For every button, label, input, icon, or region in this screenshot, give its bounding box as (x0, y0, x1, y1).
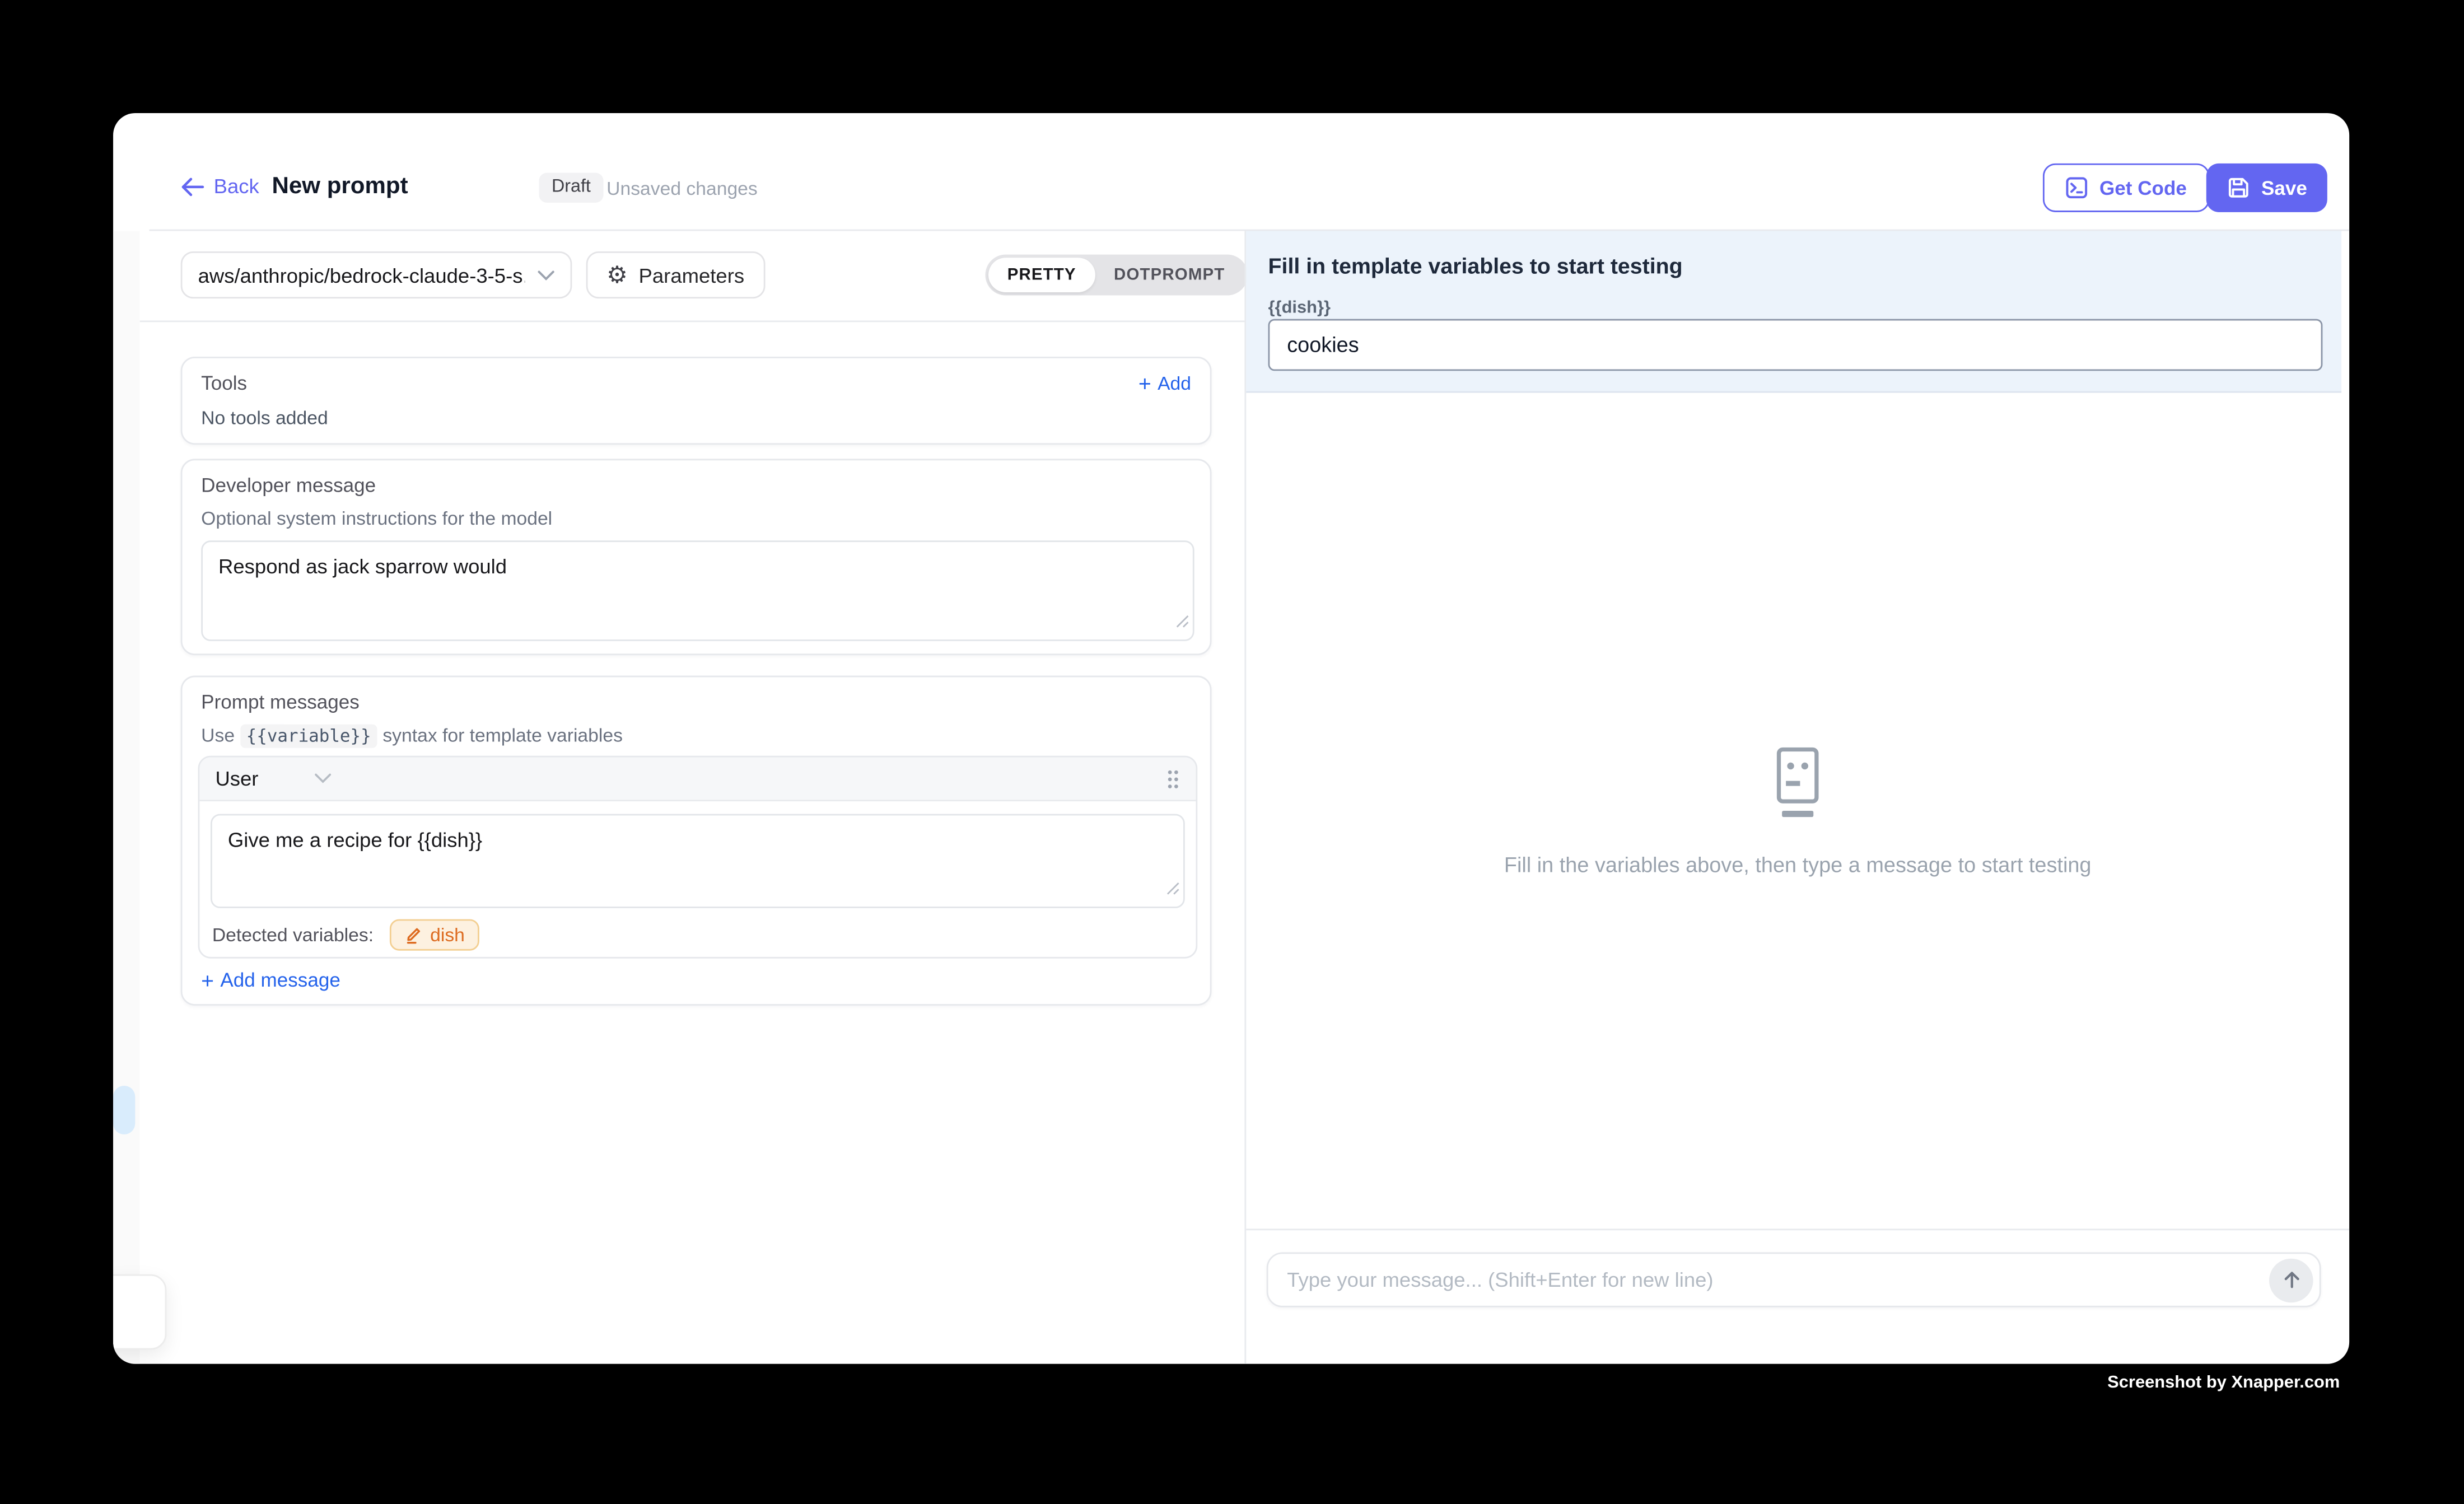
message-block: User Give me a recipe for {{dish}} (198, 756, 1198, 959)
developer-message-subtitle: Optional system instructions for the mod… (201, 507, 1191, 529)
clipped-popover (113, 1274, 166, 1350)
subtitle-suffix: syntax for template variables (382, 725, 623, 746)
terminal-icon (2065, 176, 2088, 199)
send-button[interactable] (2269, 1258, 2313, 1302)
model-selector[interactable]: aws/anthropic/bedrock-claude-3-5-s... (181, 251, 572, 298)
chevron-down-icon (315, 773, 332, 784)
arrow-left-icon (181, 177, 204, 196)
add-tool-label: Add (1158, 372, 1191, 394)
model-selector-value: aws/anthropic/bedrock-claude-3-5-s... (198, 263, 525, 287)
get-code-button[interactable]: Get Code (2043, 164, 2209, 212)
developer-message-textarea[interactable]: Respond as jack sparrow would (201, 540, 1194, 641)
tools-empty-text: No tools added (201, 407, 1191, 429)
back-label: Back (214, 174, 259, 198)
plus-icon: + (201, 969, 214, 991)
chat-empty-state: Fill in the variables above, then type a… (1246, 393, 2349, 1229)
page-title: New prompt (272, 173, 408, 200)
chat-message-bar (1267, 1252, 2321, 1307)
add-message-button[interactable]: + Add message (201, 969, 340, 991)
chevron-down-icon (538, 269, 555, 281)
add-message-label: Add message (220, 969, 340, 991)
chat-input-divider (1246, 1229, 2349, 1230)
template-variables-panel: Fill in template variables to start test… (1246, 231, 2341, 393)
gear-icon: ⚙ (606, 263, 628, 287)
test-panel-title: Fill in template variables to start test… (1268, 253, 1683, 278)
empty-state-text: Fill in the variables above, then type a… (1504, 852, 2092, 876)
parameters-label: Parameters (639, 263, 745, 287)
clipped-sidebar-strip (113, 231, 140, 1363)
plus-icon: + (1138, 372, 1151, 394)
prompt-messages-title: Prompt messages (201, 692, 1191, 713)
robot-face-icon (1766, 746, 1829, 821)
unsaved-changes-note: Unsaved changes (606, 178, 758, 199)
arrow-up-icon (2281, 1269, 2301, 1290)
variable-badge-label: dish (430, 924, 465, 946)
back-button[interactable]: Back (181, 174, 259, 198)
role-value: User (215, 767, 258, 790)
view-mode-toggle: PRETTY DOTPROMPT (985, 255, 1247, 296)
variable-badge-dish[interactable]: dish (389, 919, 479, 951)
add-tool-button[interactable]: + Add (1138, 372, 1191, 394)
parameters-button[interactable]: ⚙ Parameters (586, 251, 765, 298)
save-button[interactable]: Save (2206, 164, 2328, 212)
save-label: Save (2261, 177, 2307, 199)
floppy-icon (2227, 176, 2250, 199)
subtitle-prefix: Use (201, 725, 235, 746)
variable-name-label: {{dish}} (1268, 298, 1331, 317)
detected-variables-label: Detected variables: (212, 924, 374, 946)
tools-card: Tools + Add No tools added (181, 357, 1212, 445)
xnapper-watermark: Screenshot by Xnapper.com (2107, 1374, 2340, 1393)
toolbar-divider (140, 320, 1245, 322)
developer-message-title: Developer message (201, 474, 1191, 496)
chat-message-input[interactable] (1268, 1268, 2269, 1292)
user-message-textarea[interactable]: Give me a recipe for {{dish}} (211, 814, 1185, 908)
app-window: Back New prompt Draft Unsaved changes Ge… (113, 113, 2349, 1364)
prompt-messages-card: Prompt messages Use {{variable}} syntax … (181, 676, 1212, 1006)
tools-title: Tools (201, 372, 247, 394)
get-code-label: Get Code (2099, 177, 2187, 199)
developer-message-card: Developer message Optional system instru… (181, 459, 1212, 655)
message-header: User (199, 758, 1196, 802)
status-badge: Draft (539, 173, 603, 203)
role-selector[interactable]: User (215, 767, 332, 790)
toggle-option-pretty[interactable]: PRETTY (988, 258, 1095, 292)
prompt-messages-subtitle: Use {{variable}} syntax for template var… (201, 725, 1191, 746)
pencil-icon (403, 926, 422, 945)
sidebar-active-highlight[interactable] (113, 1086, 135, 1134)
variable-value-input[interactable] (1268, 319, 2323, 371)
drag-handle-icon[interactable] (1166, 768, 1180, 790)
toggle-option-dotprompt[interactable]: DOTPROMPT (1095, 258, 1244, 292)
screenshot-stage: Back New prompt Draft Unsaved changes Ge… (0, 0, 2464, 1503)
variable-syntax-chip: {{variable}} (240, 725, 377, 748)
